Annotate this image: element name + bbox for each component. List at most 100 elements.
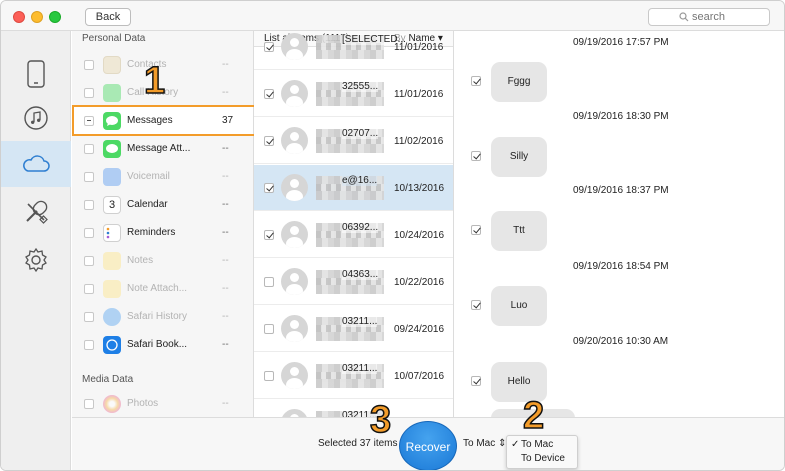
message-bubble-row: Hello <box>455 362 784 402</box>
search-box[interactable] <box>648 8 770 26</box>
category-count: -- <box>222 339 229 350</box>
category-label: Calendar <box>127 199 168 210</box>
settings-icon <box>25 247 47 273</box>
rail-tools[interactable] <box>1 189 71 235</box>
menu-item-to-mac[interactable]: ✓ To Mac <box>511 438 575 452</box>
category-message-attachments[interactable]: Message Att... -- <box>72 135 253 163</box>
close-window-button[interactable] <box>13 11 25 23</box>
category-checkbox[interactable] <box>84 340 94 350</box>
destination-select[interactable]: To Mac ⇕ <box>463 438 506 449</box>
row-checkbox[interactable] <box>264 42 274 52</box>
avatar-icon <box>281 80 308 107</box>
message-date: 10/07/2016 <box>394 371 445 382</box>
back-button[interactable]: Back <box>85 8 131 26</box>
category-reminders[interactable]: Reminders -- <box>72 219 253 247</box>
contact-name: 32555... <box>342 81 379 92</box>
row-checkbox[interactable] <box>264 371 274 381</box>
category-count: -- <box>222 143 229 154</box>
message-bubble: Fggg <box>491 62 547 102</box>
list-item[interactable]: 02707... 11/02/2016 <box>254 118 453 164</box>
category-label: Notes <box>127 255 154 266</box>
message-date: 10/24/2016 <box>394 230 445 241</box>
category-checkbox[interactable] <box>84 200 94 210</box>
category-checkbox[interactable] <box>84 60 94 70</box>
calendar-icon: 3 <box>103 196 121 214</box>
list-item[interactable]: 03211... 09/24/2016 <box>254 306 453 352</box>
list-item[interactable]: 04363... 10/22/2016 <box>254 259 453 305</box>
row-checkbox[interactable] <box>264 136 274 146</box>
zoom-window-button[interactable] <box>49 11 61 23</box>
category-checkbox[interactable] <box>84 144 94 154</box>
message-timestamp: 09/20/2016 10:30 AM <box>573 336 669 347</box>
contact-name: 03211... <box>342 316 378 327</box>
media-data-title: Media Data <box>82 374 134 385</box>
title-bar: Back <box>1 1 784 31</box>
row-checkbox[interactable] <box>264 183 274 193</box>
recover-button[interactable]: Recover <box>399 421 457 470</box>
category-checkbox[interactable] <box>84 284 94 294</box>
avatar-icon <box>281 362 308 389</box>
message-bubble-row: Fggg <box>455 62 784 102</box>
category-photos[interactable]: Photos -- <box>72 390 253 417</box>
row-checkbox[interactable] <box>264 324 274 334</box>
message-date: 11/01/2016 <box>394 42 444 53</box>
rail-settings[interactable] <box>1 237 71 283</box>
category-calendar[interactable]: 3 Calendar -- <box>72 191 253 219</box>
category-safari-history[interactable]: Safari History -- <box>72 303 253 331</box>
contacts-icon <box>103 56 121 74</box>
message-attachments-icon <box>103 140 121 158</box>
minimize-window-button[interactable] <box>31 11 43 23</box>
bottom-bar: Selected 37 items Recover To Mac ⇕ <box>72 417 784 470</box>
message-checkbox[interactable] <box>471 225 481 235</box>
icloud-icon <box>23 155 50 172</box>
menu-item-to-device[interactable]: To Device <box>511 452 575 466</box>
message-checkbox[interactable] <box>471 76 481 86</box>
notes-icon <box>103 252 121 270</box>
row-checkbox[interactable] <box>264 277 274 287</box>
search-input[interactable] <box>692 10 764 24</box>
category-checkbox[interactable] <box>84 88 94 98</box>
step-badge-1: 1 <box>143 60 166 102</box>
category-count: -- <box>222 87 229 98</box>
contact-name: 03211... <box>342 363 378 374</box>
message-timestamp: 09/19/2016 17:57 PM <box>573 37 669 48</box>
row-checkbox[interactable] <box>264 230 274 240</box>
category-checkbox[interactable] <box>84 399 94 409</box>
rail-itunes[interactable] <box>1 95 71 141</box>
category-label: Note Attach... <box>127 283 188 294</box>
destination-value: To Mac <box>463 438 496 449</box>
list-item[interactable]: 03211... <box>254 400 453 417</box>
category-checkbox[interactable] <box>84 172 94 182</box>
category-label: Voicemail <box>127 171 170 182</box>
note-attachments-icon <box>103 280 121 298</box>
category-notes[interactable]: Notes -- <box>72 247 253 275</box>
message-bubble: Silly <box>491 137 547 177</box>
category-count: -- <box>222 171 229 182</box>
message-bubble-row: Ttt <box>455 211 784 251</box>
category-voicemail[interactable]: Voicemail -- <box>72 163 253 191</box>
message-checkbox[interactable] <box>471 151 481 161</box>
list-item[interactable]: e@16... 10/13/2016 <box>254 165 453 211</box>
avatar-icon <box>281 409 308 417</box>
destination-menu: ✓ To Mac To Device <box>506 435 578 469</box>
category-safari-bookmarks[interactable]: Safari Book... -- <box>72 331 253 359</box>
list-item[interactable]: 32555... 11/01/2016 <box>254 71 453 117</box>
message-bubble-row: Silly <box>455 137 784 177</box>
app-window: Back search Personal Data Contacts -- Ca… <box>0 0 785 471</box>
category-checkbox[interactable] <box>84 228 94 238</box>
rail-icloud[interactable] <box>1 141 71 187</box>
list-item[interactable]: 06392... 10/24/2016 <box>254 212 453 258</box>
category-note-attachments[interactable]: Note Attach... -- <box>72 275 253 303</box>
message-checkbox[interactable] <box>471 376 481 386</box>
message-checkbox[interactable] <box>471 300 481 310</box>
category-count: -- <box>222 398 229 409</box>
category-checkbox[interactable] <box>84 256 94 266</box>
category-count: -- <box>222 59 229 70</box>
step-badge-3: 3 <box>369 399 392 441</box>
category-checkbox[interactable] <box>84 312 94 322</box>
row-checkbox[interactable] <box>264 89 274 99</box>
list-item[interactable]: [SELECTED... 11/01/2016 <box>254 31 453 70</box>
contact-name: 04363... <box>342 269 379 280</box>
list-item[interactable]: 03211... 10/07/2016 <box>254 353 453 399</box>
rail-device[interactable] <box>1 51 71 97</box>
